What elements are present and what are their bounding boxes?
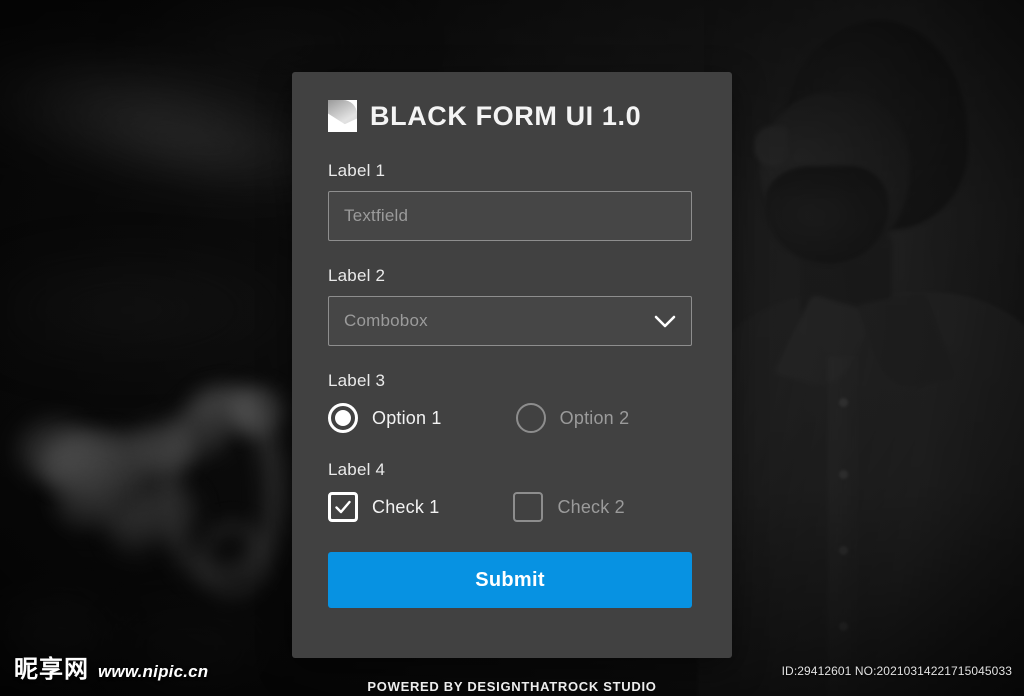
checkbox-option-2[interactable]: Check 2 — [513, 492, 625, 522]
chevron-down-icon[interactable] — [654, 315, 676, 328]
brand-header: BLACK FORM UI 1.0 — [328, 72, 696, 136]
label-field-4: Label 4 — [328, 460, 386, 479]
combobox-select[interactable]: Combobox — [328, 296, 692, 346]
label-field-1: Label 1 — [328, 161, 386, 180]
textfield-input[interactable]: Textfield — [328, 191, 692, 241]
checkbox-option-1-label: Check 1 — [372, 496, 440, 517]
combobox-placeholder: Combobox — [344, 311, 428, 330]
submit-button[interactable]: Submit — [328, 552, 692, 608]
page-title: BLACK FORM UI 1.0 — [370, 100, 642, 131]
checkbox-unchecked-icon[interactable] — [513, 492, 544, 522]
radio-option-2[interactable]: Option 2 — [515, 403, 630, 433]
checkbox-option-2-label: Check 2 — [557, 496, 625, 517]
screenshot-root: BLACK FORM UI 1.0 Label 1 Textfield Labe… — [0, 0, 1024, 696]
label-field-3: Label 3 — [328, 371, 386, 390]
stock-id-tag: ID:29412601 NO:20210314221715045033 — [781, 664, 1012, 678]
radio-option-1-label: Option 1 — [372, 407, 442, 428]
radio-selected-icon[interactable] — [328, 403, 358, 433]
radio-option-1[interactable]: Option 1 — [328, 403, 442, 433]
form-card: BLACK FORM UI 1.0 Label 1 Textfield Labe… — [292, 72, 732, 658]
folded-corner-logo-icon — [328, 100, 357, 132]
label-field-2: Label 2 — [328, 266, 386, 285]
checkbox-option-1[interactable]: Check 1 — [328, 492, 439, 522]
checkbox-checked-icon[interactable] — [328, 492, 358, 522]
textfield-placeholder: Textfield — [344, 206, 409, 225]
radio-option-2-label: Option 2 — [559, 407, 630, 428]
checkbox-group: Check 1 Check 2 — [328, 490, 696, 524]
radio-group: Option 1 Option 2 — [328, 401, 696, 435]
radio-unselected-icon[interactable] — [515, 403, 546, 433]
powered-by-text: POWERED BY DESIGNTHATROCK STUDIO — [367, 679, 657, 694]
